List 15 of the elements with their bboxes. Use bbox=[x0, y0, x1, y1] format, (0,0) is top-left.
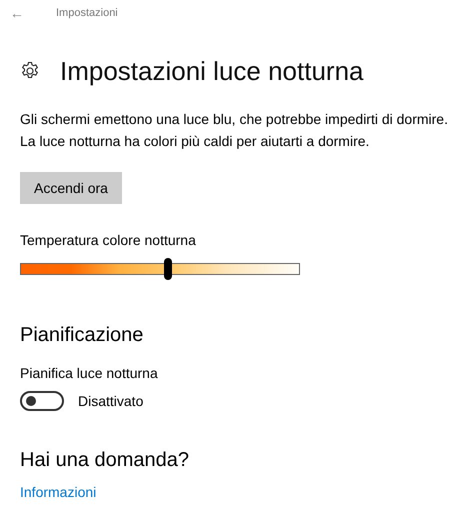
color-temperature-slider[interactable] bbox=[20, 258, 300, 280]
app-title: Impostazioni bbox=[56, 7, 118, 19]
section-heading: Pianificazione bbox=[20, 324, 144, 347]
section-heading: Hai una domanda? bbox=[20, 449, 190, 472]
back-button[interactable]: ← bbox=[10, 5, 56, 21]
settings-icon bbox=[20, 61, 40, 81]
slider-thumb[interactable] bbox=[164, 258, 172, 280]
toggle-state-text: Disattivato bbox=[78, 393, 144, 409]
info-link[interactable]: Informazioni bbox=[20, 484, 96, 500]
description-text: Gli schermi emettono una luce blu, che potrebbe impedirti di dormire. La luce notturna ha colori più caldi per aiutarti a dormire. bbox=[20, 110, 449, 151]
slider-label: Temperatura colore notturna bbox=[20, 232, 197, 248]
schedule-label: Pianifica luce notturna bbox=[20, 365, 159, 381]
page-title: Impostazioni luce notturna bbox=[60, 55, 364, 88]
toggle-switch[interactable] bbox=[20, 391, 64, 411]
turn-on-button[interactable]: Accendi ora bbox=[20, 172, 122, 204]
